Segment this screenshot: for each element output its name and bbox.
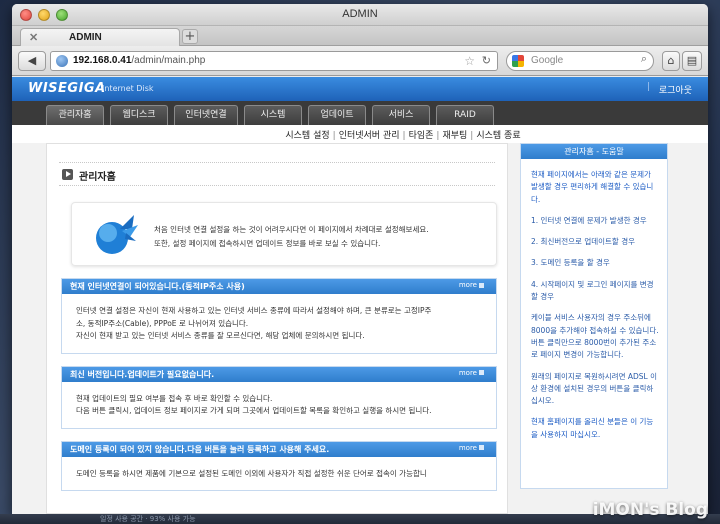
bookmark-star-icon[interactable]: ☆: [464, 54, 475, 68]
url-bar[interactable]: 192.168.0.41/admin/main.php ☆ ↻: [50, 51, 498, 71]
site-identity-icon[interactable]: [56, 55, 68, 67]
sub-menu: 시스템 설정 | 인터넷서버 관리 | 타임존 | 재부팅 | 시스템 종료: [285, 131, 521, 141]
more-link[interactable]: more: [459, 281, 484, 289]
sidebar-item: 1. 인터넷 연결에 문제가 발생한 경우: [531, 215, 647, 225]
tab-admin[interactable]: ✕ ADMIN: [20, 28, 180, 46]
reload-icon[interactable]: ↻: [482, 54, 491, 67]
panel-text-line: 자신이 현재 받고 있는 인터넷 서비스 종류를 잘 모르신다면, 해당 업체에…: [76, 331, 365, 340]
new-tab-button[interactable]: +: [182, 29, 198, 44]
logo-subtitle: Internet Disk: [102, 84, 154, 93]
sidebar-item: 원래의 페이지로 복원하시려면 ADSL 이상 환경에 설치된 경우의 버튼을 …: [531, 371, 657, 406]
sidebar-item: 케이블 서비스 사용자의 경우 주소뒤에 8000을 추가해야 접속하실 수 있…: [531, 313, 659, 360]
panel-body: 현재 업데이트의 필요 여부를 접속 후 바로 확인할 수 있습니다. 다음 버…: [62, 382, 496, 428]
search-placeholder: Google: [531, 55, 564, 66]
search-icon[interactable]: ⌕: [641, 53, 647, 66]
sidebar-body: 현재 페이지에서는 아래와 같은 문제가 발생할 경우 편리하게 해결할 수 있…: [521, 159, 667, 441]
sidebar-item: 2. 최신버전으로 업데이트할 경우: [531, 237, 636, 247]
wisegiga-logo[interactable]: WISEGIGA: [28, 81, 106, 96]
window-title: ADMIN: [342, 8, 378, 20]
google-engine-icon[interactable]: [512, 55, 524, 67]
panel-header: 도메인 등록이 되어 있지 않습니다.다음 버튼을 눌러 등록하고 사용해 주세…: [62, 441, 496, 457]
panel-title: 현재 인터넷연결이 되어있습니다.(동적IP주소 사용): [70, 282, 245, 291]
menu-service[interactable]: 서비스: [372, 105, 430, 125]
title-bar: ADMIN: [12, 4, 708, 26]
sidebar-item: 4. 시작페이지 및 로그인 페이지를 변경할 경우: [531, 279, 654, 302]
menu-internet[interactable]: 인터넷연결: [174, 105, 238, 125]
panel-body: 도메인 등록을 하시면 제품에 기본으로 설정된 도메인 이외에 사용자가 직접…: [62, 457, 496, 491]
panel-text-line: 현재 업데이트의 필요 여부를 접속 후 바로 확인할 수 있습니다.: [76, 393, 273, 403]
panel-text-line: 다음 버튼 클릭시, 업데이트 정보 페이지로 가게 되며 그곳에서 업데이트할…: [76, 406, 432, 415]
submenu-shutdown[interactable]: 시스템 종료: [476, 131, 520, 141]
menu-system[interactable]: 시스템: [244, 105, 302, 125]
brand-bar: WISEGIGA Internet Disk | 로그아웃: [12, 77, 708, 101]
menu-webdisk[interactable]: 웹디스크: [110, 105, 168, 125]
browser-window: ADMIN ✕ ADMIN + ◀ 192.168.0.41/admin/mai…: [12, 4, 708, 514]
panel-body: 인터넷 연결 설정은 자신이 현재 사용하고 있는 인터넷 서비스 종류에 따라…: [62, 294, 496, 353]
main-menu: 관리자홈 웹디스크 인터넷연결 시스템 업데이트 서비스 RAID: [12, 101, 708, 125]
submenu-system-settings[interactable]: 시스템 설정: [285, 131, 329, 141]
tab-bar: ✕ ADMIN +: [12, 26, 708, 46]
panel-title: 최신 버전입니다.업데이트가 필요없습니다.: [70, 369, 215, 379]
back-button[interactable]: ◀: [18, 51, 46, 71]
content-area: 관리자홈 처음 인터넷 연결 설정을 하는 것이 어려우시다면 이 페이지에서 …: [12, 143, 708, 514]
panel-header: 최신 버전입니다.업데이트가 필요없습니다. more: [62, 366, 496, 382]
panel-text-line: 인터넷 연결 설정은 자신이 현재 사용하고 있는 인터넷 서비스 종류에 따라…: [76, 306, 432, 315]
more-link[interactable]: more: [459, 369, 484, 377]
section-header: 관리자홈: [59, 162, 495, 186]
submenu-reboot[interactable]: 재부팅: [442, 131, 467, 141]
bookmarks-menu-button[interactable]: ▤: [682, 51, 702, 71]
sidebar-item: 현재 홈페이지를 올리신 분들은 이 기능을 사용하지 마십시오.: [531, 417, 654, 439]
navigation-toolbar: ◀ 192.168.0.41/admin/main.php ☆ ↻ Google…: [12, 46, 708, 76]
home-button[interactable]: ⌂: [662, 51, 680, 71]
panel-text-line: 소, 동적IP주소(Cable), PPPoE 로 나뉘어져 있습니다.: [76, 318, 249, 328]
section-title: 관리자홈: [79, 172, 116, 183]
panel-title: 도메인 등록이 되어 있지 않습니다.다음 버튼을 눌러 등록하고 사용해 주세…: [70, 444, 330, 454]
intro-line-1: 처음 인터넷 연결 설정을 하는 것이 어려우시다면 이 페이지에서 차례대로 …: [154, 225, 429, 234]
panel-text-line: 도메인 등록을 하시면 제품에 기본으로 설정된 도메인 이외에 사용자가 직접…: [76, 468, 427, 478]
help-sidebar: 관리자홈 - 도움말 현재 페이지에서는 아래와 같은 문제가 발생할 경우 편…: [520, 143, 668, 489]
tab-label: ADMIN: [69, 32, 102, 43]
url-path: /admin/main.php: [131, 55, 206, 66]
submenu-internet-server[interactable]: 인터넷서버 관리: [339, 131, 400, 141]
intro-line-2: 또한, 설정 페이지에 접속하시면 업데이트 정보를 바로 보실 수 있습니다.: [154, 239, 381, 248]
menu-raid[interactable]: RAID: [436, 105, 494, 125]
more-link[interactable]: more: [459, 444, 484, 452]
main-column: 관리자홈 처음 인터넷 연결 설정을 하는 것이 어려우시다면 이 페이지에서 …: [46, 143, 508, 514]
panel-update-status: 최신 버전입니다.업데이트가 필요없습니다. more 현재 업데이트의 필요 …: [61, 365, 497, 429]
intro-box: 처음 인터넷 연결 설정을 하는 것이 어려우시다면 이 페이지에서 차례대로 …: [71, 202, 497, 266]
panel-header: 현재 인터넷연결이 되어있습니다.(동적IP주소 사용) more: [62, 279, 496, 294]
web-page: WISEGIGA Internet Disk | 로그아웃 관리자홈 웹디스크 …: [12, 77, 708, 514]
sidebar-item: 3. 도메인 등록을 할 경우: [531, 258, 610, 268]
logout-link[interactable]: 로그아웃: [659, 83, 692, 96]
arrow-icon: [62, 169, 73, 180]
sidebar-intro: 현재 페이지에서는 아래와 같은 문제가 발생할 경우 편리하게 해결할 수 있…: [531, 170, 654, 204]
panel-domain-status: 도메인 등록이 되어 있지 않습니다.다음 버튼을 눌러 등록하고 사용해 주세…: [61, 440, 497, 491]
blog-watermark: iMON's Blog: [592, 500, 708, 520]
divider: |: [646, 82, 650, 92]
menu-update[interactable]: 업데이트: [308, 105, 366, 125]
butterfly-globe-icon: [96, 215, 138, 254]
panel-internet-status: 현재 인터넷연결이 되어있습니다.(동적IP주소 사용) more 인터넷 연결…: [61, 278, 497, 354]
close-tab-icon[interactable]: ✕: [29, 31, 38, 44]
intro-text: 처음 인터넷 연결 설정을 하는 것이 어려우시다면 이 페이지에서 차례대로 …: [154, 223, 429, 251]
search-field[interactable]: Google ⌕: [506, 51, 654, 71]
desktop-strip-text: 일정 사용 공간 · 93% 사용 가능: [100, 515, 196, 523]
menu-admin-home[interactable]: 관리자홈: [46, 105, 104, 125]
submenu-timezone[interactable]: 타임존: [409, 131, 434, 141]
sidebar-title: 관리자홈 - 도움말: [521, 144, 667, 159]
url-host: 192.168.0.41: [73, 55, 132, 66]
